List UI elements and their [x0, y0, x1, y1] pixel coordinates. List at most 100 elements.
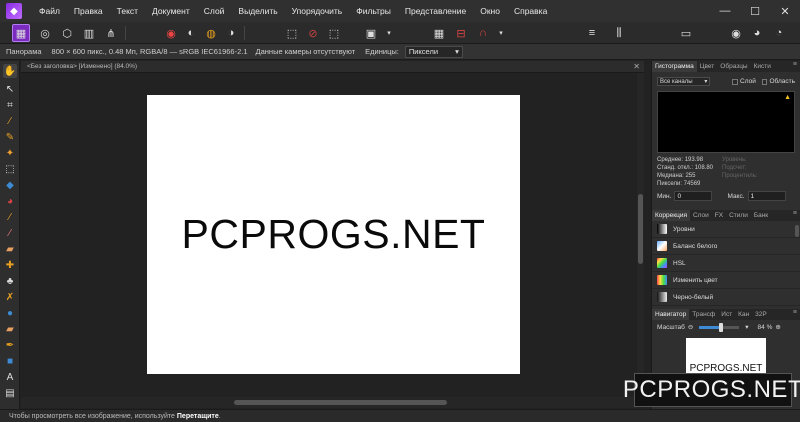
- fill-tool-icon[interactable]: ◆: [3, 178, 17, 192]
- blur-brush-icon[interactable]: ●: [3, 306, 17, 320]
- crop-tool-icon[interactable]: ⌗: [3, 98, 17, 112]
- adjustment-item[interactable]: Изменить цвет: [652, 272, 800, 289]
- erase-brush-icon[interactable]: ▰: [3, 242, 17, 256]
- horizontal-scroll-thumb[interactable]: [234, 400, 447, 405]
- panel-menu-icon[interactable]: ≡: [793, 210, 797, 217]
- tab-swatches[interactable]: Образцы: [717, 61, 750, 72]
- max-field[interactable]: 1: [747, 191, 786, 201]
- snapping-dropdown-icon[interactable]: ▾: [492, 24, 510, 42]
- flood-select-icon[interactable]: ✦: [3, 146, 17, 160]
- smudge-brush-icon[interactable]: ▰: [3, 322, 17, 336]
- panel-menu-icon[interactable]: ≡: [793, 309, 797, 316]
- zoom-in-icon[interactable]: ⊕: [775, 323, 780, 331]
- share-icon[interactable]: ⋔: [102, 24, 120, 42]
- adjustment-scrollbar[interactable]: [795, 225, 799, 237]
- channel-select[interactable]: Все каналы ▾: [657, 77, 711, 86]
- tab-navigator[interactable]: Навигатор: [652, 309, 690, 320]
- adjustment-item[interactable]: Баланс белого: [652, 238, 800, 255]
- min-field[interactable]: 0: [674, 191, 713, 201]
- tab-stock[interactable]: Банк: [751, 210, 771, 221]
- text-tool-icon[interactable]: A: [3, 370, 17, 384]
- panel-menu-icon[interactable]: ≡: [793, 61, 797, 68]
- horizontal-scrollbar[interactable]: [21, 397, 637, 408]
- zoom-out-icon[interactable]: ⊖: [688, 323, 693, 331]
- settings-icon[interactable]: ◔: [770, 24, 788, 42]
- color-picker-icon[interactable]: ⁄: [3, 114, 17, 128]
- adjustment-item[interactable]: Уровни: [652, 221, 800, 238]
- paint-brush-icon[interactable]: ⁄: [3, 210, 17, 224]
- pen-tool-icon[interactable]: ✒: [3, 338, 17, 352]
- menu-file[interactable]: Файл: [32, 0, 67, 22]
- zoom-slider-handle[interactable]: [719, 322, 724, 332]
- tab-styles[interactable]: Стили: [726, 210, 751, 221]
- tab-color[interactable]: Цвет: [697, 61, 718, 72]
- user-icon[interactable]: ◕: [748, 24, 766, 42]
- selection-mode-icon[interactable]: ⬚: [325, 24, 343, 42]
- marquee-toggle-icon[interactable]: ⬚: [283, 24, 301, 42]
- distribute-icon[interactable]: ⫼: [610, 24, 628, 42]
- move-tool-icon[interactable]: ↖: [3, 82, 17, 96]
- assistant-icon[interactable]: ▭: [677, 24, 695, 42]
- zoom-value[interactable]: 84 %: [758, 324, 773, 331]
- area-checkbox[interactable]: [761, 78, 768, 85]
- auto-contrast-icon[interactable]: ◐: [182, 24, 200, 42]
- tab-layers[interactable]: Слои: [690, 210, 712, 221]
- align-icon[interactable]: ≡: [583, 24, 601, 42]
- tab-history[interactable]: Ист: [718, 309, 735, 320]
- auto-colors-icon[interactable]: ◍: [202, 24, 220, 42]
- snapping-icon[interactable]: ⊟: [452, 24, 470, 42]
- tab-histogram[interactable]: Гистограмма: [652, 61, 697, 72]
- document-tab[interactable]: <Без заголовка> [Изменено] (84.0%) ✕: [21, 61, 644, 73]
- magnet-icon[interactable]: ∩: [474, 24, 492, 42]
- close-icon[interactable]: ✕: [633, 61, 640, 73]
- menu-window[interactable]: Окно: [473, 0, 507, 22]
- zoom-slider[interactable]: [699, 322, 740, 332]
- tab-transform[interactable]: Трансф: [689, 309, 718, 320]
- tab-channels[interactable]: Кан: [735, 309, 752, 320]
- auto-white-balance-icon[interactable]: ◑: [222, 24, 240, 42]
- photo-persona-icon[interactable]: ▦: [12, 24, 30, 42]
- healing-brush-icon[interactable]: ✗: [3, 290, 17, 304]
- inpainting-brush-icon[interactable]: ✎: [3, 130, 17, 144]
- units-select[interactable]: Пиксели ▾: [404, 45, 463, 58]
- chevron-down-icon[interactable]: ▾: [380, 24, 398, 42]
- grid-icon[interactable]: ▦: [430, 24, 448, 42]
- document-canvas[interactable]: PCPROGS.NET: [147, 95, 520, 374]
- menu-select[interactable]: Выделить: [231, 0, 284, 22]
- tab-32p[interactable]: 32P: [752, 309, 770, 320]
- hand-tool-icon[interactable]: ✋: [3, 64, 17, 78]
- menu-filters[interactable]: Фильтры: [349, 0, 398, 22]
- view-tool-icon[interactable]: ▤: [3, 386, 17, 400]
- close-window-button[interactable]: ✕: [770, 0, 800, 22]
- tab-fx[interactable]: FX: [712, 210, 726, 221]
- menu-arrange[interactable]: Упорядочить: [285, 0, 350, 22]
- vertical-scroll-thumb[interactable]: [638, 194, 643, 264]
- marquee-tool-icon[interactable]: ⬚: [3, 162, 17, 176]
- auto-levels-icon[interactable]: ◉: [162, 24, 180, 42]
- layer-checkbox[interactable]: [732, 78, 739, 85]
- dodge-brush-icon[interactable]: ✚: [3, 258, 17, 272]
- no-selection-icon[interactable]: ⊘: [304, 24, 322, 42]
- menu-view[interactable]: Представление: [398, 0, 473, 22]
- tab-adjustments[interactable]: Коррекция: [652, 210, 690, 221]
- menu-help[interactable]: Справка: [507, 0, 554, 22]
- liquify-persona-icon[interactable]: ◎: [36, 24, 54, 42]
- adjustment-item[interactable]: Черно-белый: [652, 289, 800, 306]
- maximize-button[interactable]: ☐: [740, 0, 770, 22]
- color-replace-icon[interactable]: ⁄: [3, 226, 17, 240]
- clone-brush-icon[interactable]: ♣: [3, 274, 17, 288]
- menu-text[interactable]: Текст: [110, 0, 145, 22]
- chevron-down-icon[interactable]: ▾: [745, 323, 748, 331]
- menu-document[interactable]: Документ: [145, 0, 197, 22]
- gradient-tool-icon[interactable]: ◕: [3, 194, 17, 208]
- rectangle-tool-icon[interactable]: ■: [3, 354, 17, 368]
- quick-mask-icon[interactable]: ▣: [362, 24, 380, 42]
- chat-icon[interactable]: ◉: [727, 24, 745, 42]
- vertical-scrollbar[interactable]: [637, 73, 644, 397]
- canvas-area[interactable]: PCPROGS.NET: [21, 73, 637, 397]
- menu-edit[interactable]: Правка: [67, 0, 110, 22]
- minimize-button[interactable]: —: [710, 0, 740, 22]
- develop-persona-icon[interactable]: ⬡: [58, 24, 76, 42]
- menu-layer[interactable]: Слой: [197, 0, 232, 22]
- tab-brushes[interactable]: Кисти: [751, 61, 774, 72]
